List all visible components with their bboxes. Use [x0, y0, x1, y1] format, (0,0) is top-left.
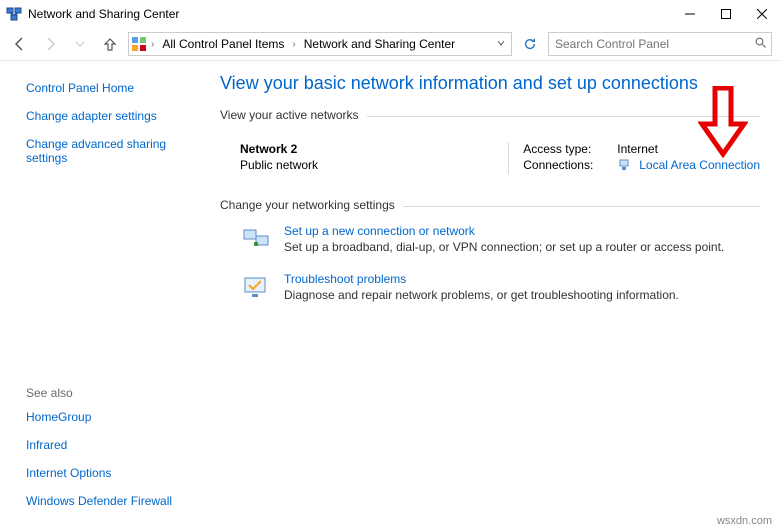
breadcrumb-seg-1[interactable]: All Control Panel Items [158, 37, 288, 51]
troubleshoot-desc: Diagnose and repair network problems, or… [284, 288, 679, 302]
access-type-label: Access type: [523, 142, 609, 156]
titlebar: Network and Sharing Center [0, 0, 780, 28]
window-title: Network and Sharing Center [28, 7, 672, 21]
app-icon [6, 6, 22, 22]
access-type-value: Internet [617, 142, 658, 156]
sidebar-link-advanced[interactable]: Change advanced sharing settings [26, 137, 186, 165]
see-also-header: See also [26, 386, 200, 400]
network-name: Network 2 [240, 142, 508, 156]
setup-connection-icon [240, 224, 272, 256]
back-button[interactable] [8, 32, 32, 56]
refresh-button[interactable] [518, 32, 542, 56]
page-title: View your basic network information and … [220, 73, 760, 94]
sidebar: Control Panel Home Change adapter settin… [0, 61, 210, 532]
search-input[interactable] [553, 36, 755, 52]
breadcrumb-dropdown[interactable] [493, 39, 509, 50]
troubleshoot-icon [240, 272, 272, 304]
seealso-homegroup[interactable]: HomeGroup [26, 410, 200, 424]
footer-watermark: wsxdn.com [717, 515, 772, 527]
setup-connection-desc: Set up a broadband, dial-up, or VPN conn… [284, 240, 724, 254]
chevron-right-icon[interactable]: › [290, 39, 297, 50]
maximize-button[interactable] [708, 0, 744, 28]
window-controls [672, 0, 780, 28]
search-icon[interactable] [755, 37, 767, 52]
search-box[interactable] [548, 32, 772, 56]
seealso-infrared[interactable]: Infrared [26, 438, 200, 452]
forward-button[interactable] [38, 32, 62, 56]
recent-dropdown[interactable] [68, 32, 92, 56]
close-button[interactable] [744, 0, 780, 28]
troubleshoot-row: Troubleshoot problems Diagnose and repai… [220, 272, 760, 304]
main: View your basic network information and … [210, 61, 780, 532]
ethernet-icon [617, 158, 631, 172]
sidebar-link-home[interactable]: Control Panel Home [26, 81, 200, 95]
active-networks-label: View your active networks [220, 108, 359, 122]
breadcrumb[interactable]: › All Control Panel Items › Network and … [128, 32, 512, 56]
control-panel-icon [131, 36, 147, 52]
setup-connection-row: Set up a new connection or network Set u… [220, 224, 760, 256]
active-network-row: Network 2 Public network Access type: In… [220, 142, 760, 174]
minimize-button[interactable] [672, 0, 708, 28]
annotation-arrow [698, 86, 748, 161]
toolbar: › All Control Panel Items › Network and … [0, 28, 780, 60]
change-settings-label: Change your networking settings [220, 198, 395, 212]
up-button[interactable] [98, 32, 122, 56]
seealso-firewall[interactable]: Windows Defender Firewall [26, 494, 200, 508]
sidebar-link-adapter[interactable]: Change adapter settings [26, 109, 200, 123]
body: Control Panel Home Change adapter settin… [0, 61, 780, 532]
troubleshoot-link[interactable]: Troubleshoot problems [284, 272, 679, 286]
connections-label: Connections: [523, 158, 609, 172]
breadcrumb-seg-2[interactable]: Network and Sharing Center [300, 37, 459, 51]
setup-connection-link[interactable]: Set up a new connection or network [284, 224, 724, 238]
seealso-internet-options[interactable]: Internet Options [26, 466, 200, 480]
network-type: Public network [240, 158, 508, 172]
chevron-right-icon[interactable]: › [149, 39, 156, 50]
